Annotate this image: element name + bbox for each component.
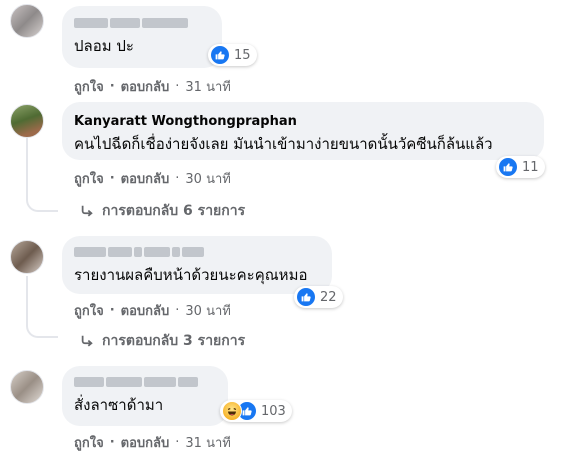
reply-link[interactable]: ตอบกลับ	[121, 76, 170, 97]
reaction-count: 11	[522, 159, 539, 175]
haha-icon	[222, 401, 242, 421]
like-link[interactable]: ถูกใจ	[74, 300, 104, 321]
reaction-count: 22	[320, 289, 337, 305]
separator: ·	[109, 303, 115, 318]
like-icon	[210, 45, 230, 65]
thread-line	[26, 138, 28, 198]
comment-text: ปลอม ปะ	[74, 37, 134, 55]
reaction-summary[interactable]: 103	[220, 400, 292, 422]
comment-bubble: รายงานผลคืบหน้าด้วยนะคะคุณหมอ	[62, 236, 332, 294]
separator: ·	[175, 303, 180, 318]
avatar[interactable]	[10, 370, 44, 404]
reply-link[interactable]: ตอบกลับ	[121, 300, 170, 321]
comment-text: คนไปฉีดก็เชื่อง่ายจังเลย มันนำเข้ามาง่าย…	[74, 135, 493, 153]
thread-connector	[26, 196, 58, 212]
separator: ·	[109, 435, 115, 450]
separator: ·	[175, 435, 180, 450]
author-name-redacted[interactable]	[74, 377, 216, 387]
like-icon	[498, 157, 518, 177]
reply-link[interactable]: ตอบกลับ	[121, 168, 170, 189]
reaction-summary[interactable]: 11	[496, 156, 545, 178]
reply-link[interactable]: ตอบกลับ	[121, 432, 170, 453]
like-link[interactable]: ถูกใจ	[74, 168, 104, 189]
reply-arrow-icon	[81, 205, 93, 217]
comment-bubble: สั่งลาซาด้ามา	[62, 366, 228, 426]
view-replies-link[interactable]: การตอบกลับ 3 รายการ	[80, 330, 245, 352]
separator: ·	[109, 79, 115, 94]
timestamp[interactable]: 31 นาที	[185, 432, 230, 453]
avatar[interactable]	[10, 104, 44, 138]
reply-arrow-icon	[81, 335, 93, 347]
timestamp[interactable]: 30 นาที	[185, 168, 230, 189]
comment-text: รายงานผลคืบหน้าด้วยนะคะคุณหมอ	[74, 266, 308, 284]
comment-actions: ถูกใจ · ตอบกลับ · 31 นาที	[74, 432, 231, 453]
reaction-summary[interactable]: 15	[208, 44, 257, 66]
like-icon	[296, 287, 316, 307]
like-link[interactable]: ถูกใจ	[74, 76, 104, 97]
comment-bubble: Kanyaratt Wongthongpraphan คนไปฉีดก็เชื่…	[62, 102, 544, 160]
replies-count-label[interactable]: การตอบกลับ 3 รายการ	[102, 330, 245, 352]
author-name-redacted[interactable]	[74, 247, 320, 257]
avatar[interactable]	[10, 4, 44, 38]
view-replies-link[interactable]: การตอบกลับ 6 รายการ	[80, 200, 245, 222]
avatar[interactable]	[10, 240, 44, 274]
comment-bubble: ปลอม ปะ	[62, 6, 222, 68]
comment-actions: ถูกใจ · ตอบกลับ · 31 นาที	[74, 76, 231, 97]
comment-actions: ถูกใจ · ตอบกลับ · 30 นาที	[74, 300, 231, 321]
like-link[interactable]: ถูกใจ	[74, 432, 104, 453]
separator: ·	[175, 171, 180, 186]
thread-line	[26, 276, 28, 324]
timestamp[interactable]: 31 นาที	[185, 76, 230, 97]
replies-count-label[interactable]: การตอบกลับ 6 รายการ	[102, 200, 245, 222]
separator: ·	[175, 79, 180, 94]
timestamp[interactable]: 30 นาที	[185, 300, 230, 321]
reaction-summary[interactable]: 22	[294, 286, 343, 308]
thread-connector	[26, 322, 58, 338]
reaction-count: 103	[261, 403, 286, 419]
comment-actions: ถูกใจ · ตอบกลับ · 30 นาที	[74, 168, 231, 189]
comment-text: สั่งลาซาด้ามา	[74, 396, 164, 414]
author-name[interactable]: Kanyaratt Wongthongpraphan	[74, 114, 532, 130]
separator: ·	[109, 171, 115, 186]
author-name-redacted[interactable]	[74, 18, 210, 28]
reaction-count: 15	[234, 47, 251, 63]
